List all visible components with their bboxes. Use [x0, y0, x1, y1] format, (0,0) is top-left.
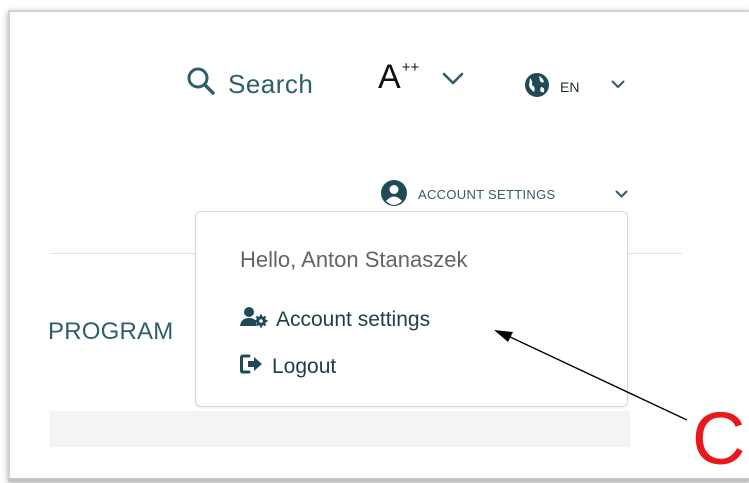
annotation-letter: C: [692, 397, 746, 480]
annotation-arrow: [494, 330, 688, 421]
